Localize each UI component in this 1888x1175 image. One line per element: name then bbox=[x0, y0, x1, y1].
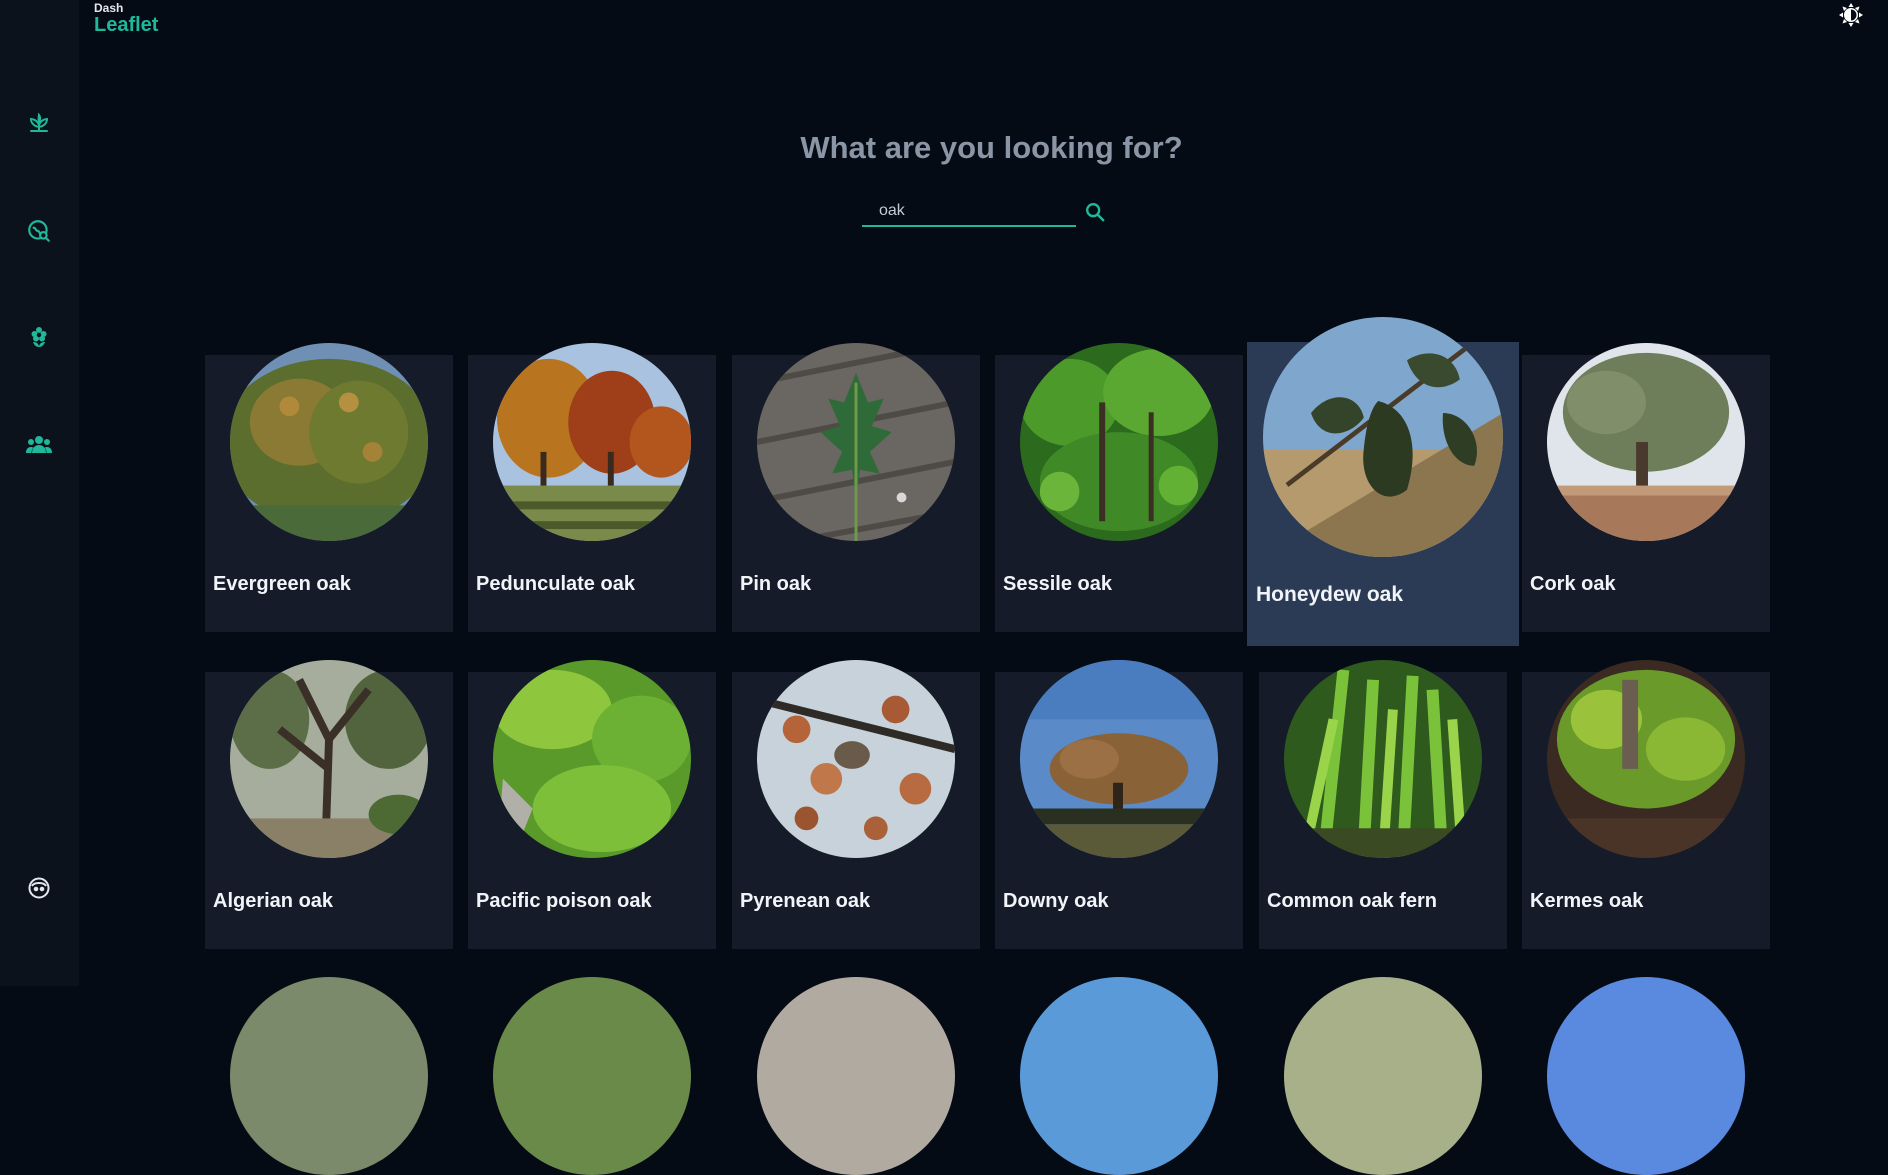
plant-photo bbox=[1263, 317, 1503, 557]
map-search-icon[interactable] bbox=[24, 216, 54, 246]
theme-toggle-icon[interactable] bbox=[1838, 2, 1864, 28]
plant-name: Pin oak bbox=[740, 573, 812, 595]
plant-name: Pedunculate oak bbox=[476, 573, 635, 595]
robot-icon[interactable] bbox=[24, 873, 54, 903]
plant-card[interactable]: Pyrenean oak bbox=[732, 660, 980, 949]
plant-card[interactable]: Kermes oak bbox=[1522, 660, 1770, 949]
plant-card[interactable]: Algerian oak bbox=[205, 660, 453, 949]
plant-photo-partial bbox=[230, 977, 428, 1175]
plant-photo bbox=[1020, 660, 1218, 858]
plant-photo bbox=[757, 660, 955, 858]
plant-card[interactable]: Downy oak bbox=[995, 660, 1243, 949]
plant-photo bbox=[757, 343, 955, 541]
plant-card[interactable]: Evergreen oak bbox=[205, 343, 453, 632]
plant-name: Pyrenean oak bbox=[740, 890, 871, 912]
plant-name: Downy oak bbox=[1003, 890, 1109, 912]
search-input[interactable] bbox=[862, 197, 1076, 227]
plant-photo bbox=[1547, 343, 1745, 541]
plant-card[interactable]: Sessile oak bbox=[995, 343, 1243, 632]
plant-photo bbox=[1020, 343, 1218, 541]
brand-logo[interactable]: Dash Leaflet bbox=[94, 2, 158, 35]
plant-card[interactable]: Pedunculate oak bbox=[468, 343, 716, 632]
search-icon[interactable] bbox=[1082, 199, 1108, 225]
plant-photo bbox=[1547, 660, 1745, 858]
community-icon[interactable] bbox=[24, 430, 54, 460]
plant-photo-partial bbox=[1020, 977, 1218, 1175]
plant-name: Kermes oak bbox=[1530, 890, 1644, 912]
plant-name: Honeydew oak bbox=[1256, 583, 1404, 606]
plant-card[interactable]: Pin oak bbox=[732, 343, 980, 632]
plant-name: Evergreen oak bbox=[213, 573, 351, 595]
plant-photo bbox=[493, 343, 691, 541]
plant-photo bbox=[1284, 660, 1482, 858]
plant-name: Algerian oak bbox=[213, 890, 334, 912]
page-title: What are you looking for? bbox=[800, 130, 1183, 165]
plant-photo-partial bbox=[757, 977, 955, 1175]
plant-name: Cork oak bbox=[1530, 573, 1616, 595]
plant-card-highlighted[interactable]: Honeydew oak bbox=[1247, 317, 1519, 646]
plant-name: Sessile oak bbox=[1003, 573, 1112, 595]
plant-photo bbox=[230, 343, 428, 541]
search-bar bbox=[862, 197, 1112, 229]
flower-icon[interactable] bbox=[24, 322, 54, 352]
plant-card[interactable]: Pacific poison oak bbox=[468, 660, 716, 949]
plant-card[interactable]: Common oak fern bbox=[1259, 660, 1507, 949]
plant-photo-partial bbox=[493, 977, 691, 1175]
plant-card[interactable]: Cork oak bbox=[1522, 343, 1770, 632]
plant-photo-partial bbox=[1547, 977, 1745, 1175]
plant-name: Pacific poison oak bbox=[476, 890, 652, 912]
plant-name: Common oak fern bbox=[1267, 890, 1438, 912]
plant-photo bbox=[493, 660, 691, 858]
brand-name: Leaflet bbox=[94, 14, 159, 36]
brand-small: Dash bbox=[94, 1, 124, 15]
plant-photo bbox=[230, 660, 428, 858]
plant-photo-partial bbox=[1284, 977, 1482, 1175]
